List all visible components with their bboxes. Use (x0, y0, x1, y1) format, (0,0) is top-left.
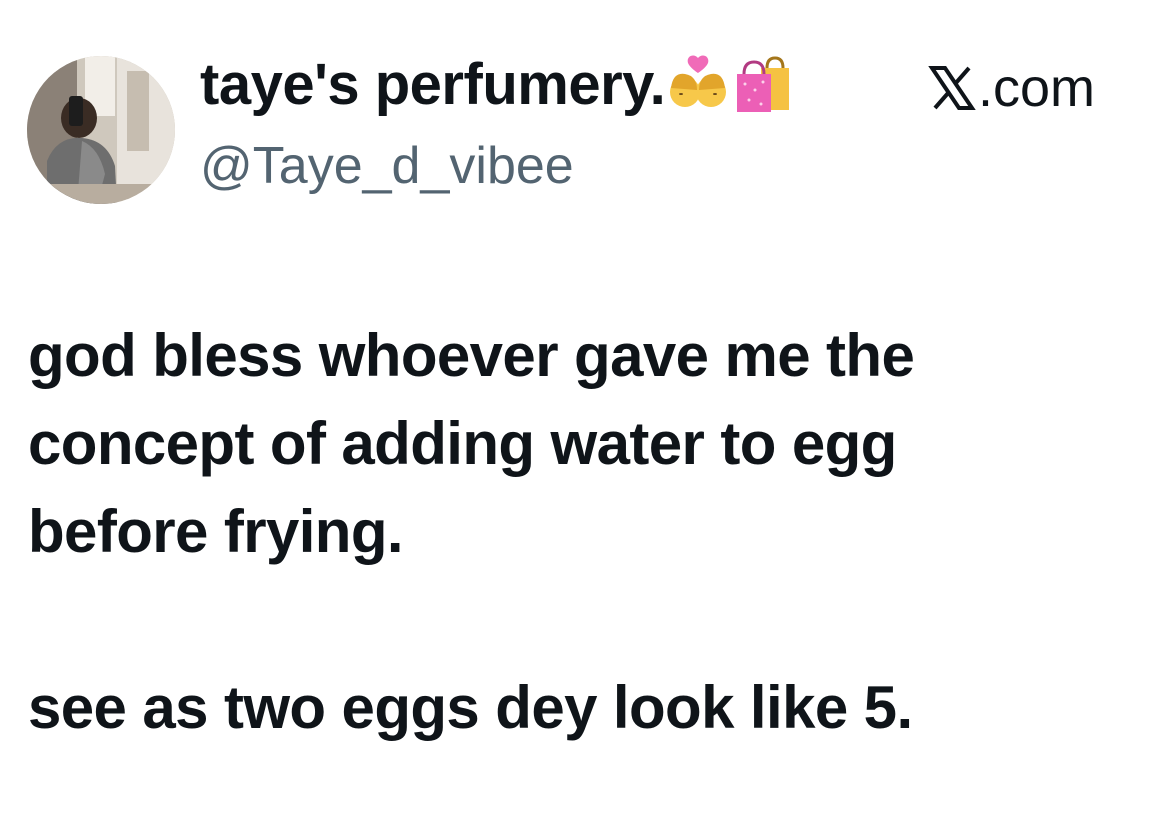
x-logo-icon (928, 64, 976, 112)
tweet-card: taye's perfumery. @Taye_d_vibee .com god… (0, 0, 1170, 838)
tweet-line: concept of adding water to egg (28, 410, 897, 477)
tweet-line: see as two eggs dey look like 5. (28, 674, 913, 741)
source-label: .com (978, 58, 1096, 118)
avatar-image (27, 56, 175, 204)
display-name-text: taye's perfumery. (200, 52, 666, 117)
tweet-text: god bless whoever gave me the concept of… (28, 312, 1138, 752)
shopping-bags-emoji (731, 54, 793, 116)
avatar[interactable] (27, 56, 175, 204)
source-link[interactable]: .com (928, 60, 1095, 116)
tweet-line: god bless whoever gave me the (28, 322, 915, 389)
display-name[interactable]: taye's perfumery. (200, 54, 793, 116)
couple-with-heart-women-emoji (667, 54, 729, 116)
user-handle[interactable]: @Taye_d_vibee (200, 140, 574, 192)
tweet-line: before frying. (28, 498, 404, 565)
